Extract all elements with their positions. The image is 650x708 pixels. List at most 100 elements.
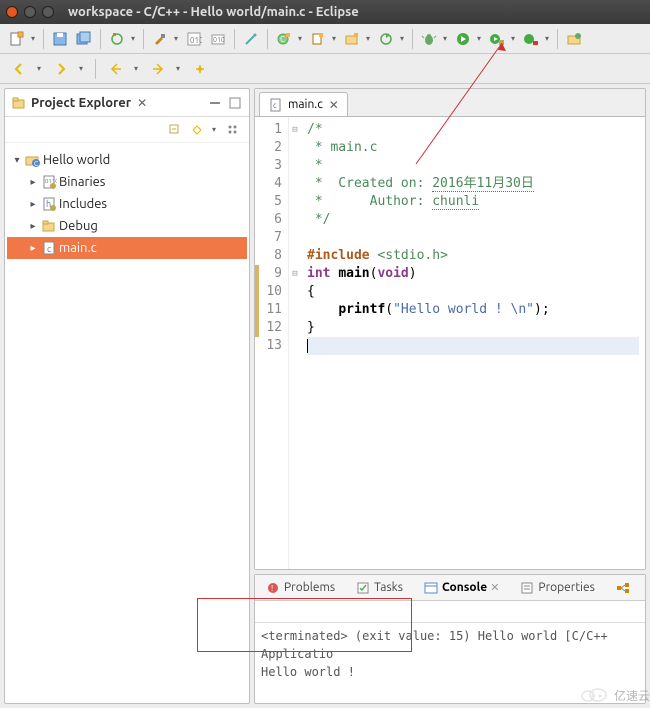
svg-text:C: C [280,35,285,44]
dropdown-icon[interactable]: ▾ [78,64,86,73]
close-icon[interactable]: ✕ [137,96,147,110]
window-maximize-button[interactable] [42,6,54,18]
editor-area: c main.c ✕ 12345678910111213 ⊟ ⊟ /* * ma… [254,88,646,704]
dropdown-icon[interactable]: ▾ [476,34,484,43]
dropdown-icon[interactable]: ▾ [30,34,38,43]
tree-twisty-icon[interactable]: ▸ [27,176,39,188]
window-titlebar: workspace - C/C++ - Hello world/main.c -… [0,0,650,24]
target-button[interactable]: 010 [207,28,229,50]
new-class-button[interactable]: C [273,28,295,50]
nav-prev-button[interactable] [105,58,127,80]
folder-icon [41,218,57,234]
dropdown-icon[interactable]: ▾ [173,34,181,43]
wand-button[interactable] [240,28,262,50]
svg-text:c: c [273,101,277,110]
dropdown-icon[interactable]: ▾ [399,34,407,43]
includes-icon: h [41,196,57,212]
new-folder-button[interactable] [341,28,363,50]
dropdown-icon[interactable]: ▾ [544,34,552,43]
tree-item-hello-world[interactable]: ▾CHello world [7,149,247,171]
tree-twisty-icon[interactable]: ▸ [27,220,39,232]
console-content: <terminated> (exit value: 15) Hello worl… [255,623,645,685]
minimize-icon[interactable] [207,95,223,111]
tree-item-includes[interactable]: ▸hIncludes [7,193,247,215]
bottom-tab-tasks[interactable]: Tasks [351,578,407,598]
tree-item-label: Includes [59,197,107,211]
tree-twisty-icon[interactable]: ▸ [27,242,39,254]
svg-text:010: 010 [190,36,202,45]
editor-fold-column[interactable]: ⊟ ⊟ [289,117,301,569]
nav-last-button[interactable] [189,58,211,80]
bottom-tab-properties[interactable]: Properties [515,578,598,598]
collapse-all-icon[interactable] [167,122,183,138]
bottom-tab-label: Properties [538,581,594,594]
bottom-tabs: !Problems Tasks Console✕ Properties [255,575,645,601]
main-toolbar: ▾ ▾ ▾ 010 010 C ▾ ▾ ▾ ▾ ▾ ▾ ▾ ▾ [0,24,650,54]
bottom-tab-problems[interactable]: !Problems [261,578,339,598]
bottom-tab-label: Console [442,581,487,594]
svg-text:010: 010 [213,36,225,44]
editor-content[interactable]: /* * main.c * * Created on: 2016年11月30日 … [301,117,645,569]
dropdown-icon[interactable]: ▾ [175,64,183,73]
new-button[interactable] [6,28,28,50]
bottom-tab-console[interactable]: Console✕ [419,578,503,598]
tree-item-label: Binaries [59,175,105,189]
save-button[interactable] [49,28,71,50]
profile-button[interactable] [563,28,585,50]
tree-item-debug[interactable]: ▸Debug [7,215,247,237]
tree-item-binaries[interactable]: ▸0110Binaries [7,171,247,193]
c-file-icon: c [41,240,57,256]
editor-tabs: c main.c ✕ [255,89,645,117]
back-button[interactable] [8,58,30,80]
dropdown-icon[interactable]: ▾ [211,125,219,134]
window-minimize-button[interactable] [24,6,36,18]
hammer-build-button[interactable] [149,28,171,50]
properties-icon [519,580,535,596]
build-all-button[interactable] [106,28,128,50]
bottom-tab-label: Tasks [374,581,403,594]
editor-tab-main-c[interactable]: c main.c ✕ [259,92,348,116]
close-icon[interactable]: ✕ [490,581,499,594]
new-source-button[interactable] [307,28,329,50]
maximize-icon[interactable] [227,95,243,111]
window-title: workspace - C/C++ - Hello world/main.c -… [68,5,359,19]
view-menu-icon[interactable] [225,122,241,138]
run-button[interactable] [452,28,474,50]
watermark: 亿速云 [580,686,650,704]
problems-icon: ! [265,580,281,596]
build-config-button[interactable]: 010 [183,28,205,50]
forward-button[interactable] [50,58,72,80]
nav-toolbar: ▾ ▾ ▾ ▾ [0,54,650,84]
save-all-button[interactable] [73,28,95,50]
dropdown-icon[interactable]: ▾ [36,64,44,73]
refresh-button[interactable] [375,28,397,50]
debug-button[interactable] [418,28,440,50]
dropdown-icon[interactable]: ▾ [133,64,141,73]
editor-tab-label: main.c [288,98,323,111]
c-file-icon: c [268,97,284,113]
run-last-button[interactable] [486,28,508,50]
link-editor-icon[interactable] [189,122,205,138]
bottom-tab-label: Problems [284,581,335,594]
work-area: Project Explorer ✕ ▾ ▾CHello world▸0110B… [0,84,650,708]
tree-twisty-icon[interactable]: ▾ [11,154,23,166]
dropdown-icon[interactable]: ▾ [365,34,373,43]
nav-next-button[interactable] [147,58,169,80]
tree-twisty-icon[interactable]: ▸ [27,198,39,210]
close-tab-icon[interactable]: ✕ [329,98,339,112]
call-hierarchy-icon[interactable] [615,580,631,596]
window-close-button[interactable] [6,6,18,18]
coverage-button[interactable] [520,28,542,50]
dropdown-icon[interactable]: ▾ [331,34,339,43]
project-explorer-header: Project Explorer ✕ [5,89,249,117]
svg-text:c: c [47,244,51,254]
dropdown-icon[interactable]: ▾ [442,34,450,43]
dropdown-icon[interactable]: ▾ [130,34,138,43]
tree-item-main.c[interactable]: ▸cmain.c [7,237,247,259]
project-tree[interactable]: ▾CHello world▸0110Binaries▸hIncludes▸Deb… [5,143,249,703]
editor-gutter: 12345678910111213 [259,117,289,569]
dropdown-icon[interactable]: ▾ [510,34,518,43]
editor-body[interactable]: 12345678910111213 ⊟ ⊟ /* * main.c * * Cr… [255,117,645,569]
dropdown-icon[interactable]: ▾ [297,34,305,43]
console-status: <terminated> (exit value: 15) Hello worl… [261,627,639,663]
